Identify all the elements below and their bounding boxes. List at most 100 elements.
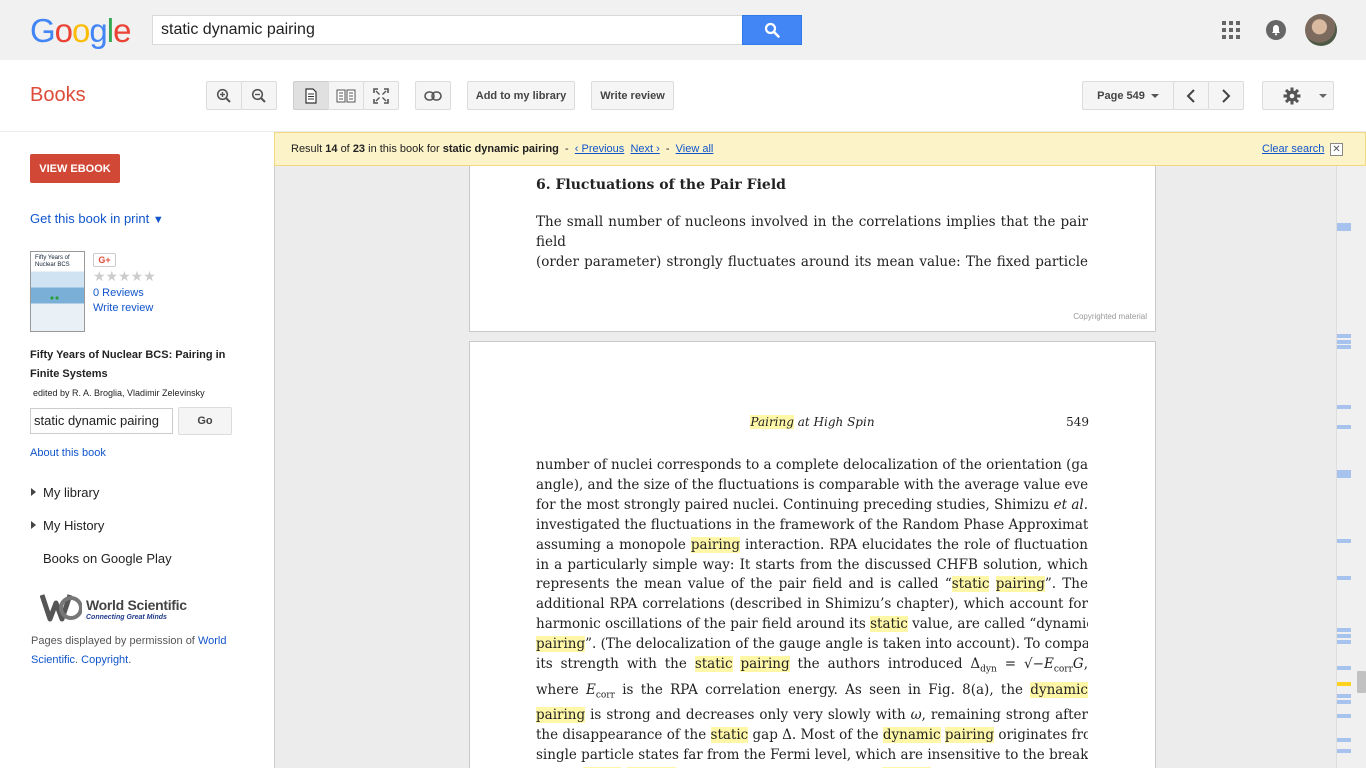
- apps-grid-icon[interactable]: [1222, 21, 1240, 39]
- result-marker[interactable]: [1337, 334, 1351, 338]
- view-ebook-button[interactable]: VIEW EBOOK: [30, 154, 120, 183]
- result-marker[interactable]: [1337, 700, 1351, 704]
- link-icon: [424, 90, 442, 101]
- result-marker[interactable]: [1337, 738, 1351, 742]
- book-sidebar: VIEW EBOOK Get this book in print ▼ Fift…: [0, 132, 274, 768]
- zoom-out-icon: [251, 88, 266, 103]
- next-page-button[interactable]: [1208, 81, 1244, 110]
- result-summary: Result 14 of 23 in this book for static …: [291, 143, 714, 155]
- notifications-icon[interactable]: [1266, 20, 1286, 40]
- result-marker[interactable]: [1337, 634, 1351, 638]
- next-result-link[interactable]: Next ›: [630, 143, 659, 155]
- result-marker[interactable]: [1337, 340, 1351, 344]
- my-library-label: My library: [43, 485, 100, 500]
- my-history-item[interactable]: My History: [31, 518, 104, 533]
- fullscreen-button[interactable]: [363, 81, 399, 110]
- book-title: Fifty Years of Nuclear BCS: Pairing in F…: [30, 349, 226, 380]
- result-marker[interactable]: [1337, 425, 1351, 429]
- page-viewer[interactable]: 6. Fluctuations of the Pair Field The sm…: [274, 166, 1336, 768]
- page-select[interactable]: Page 549: [1082, 81, 1174, 110]
- my-library-item[interactable]: My library: [31, 485, 99, 500]
- book-page-previous: 6. Fluctuations of the Pair Field The sm…: [469, 166, 1156, 332]
- reviews-link[interactable]: 0 Reviews: [93, 287, 144, 299]
- chevron-right-icon: [1222, 88, 1231, 103]
- result-marker[interactable]: [1337, 714, 1351, 718]
- previous-result-link[interactable]: ‹ Previous: [575, 143, 625, 155]
- write-review-button[interactable]: Write review: [591, 81, 674, 110]
- search-in-book-input[interactable]: static dynamic pairing: [30, 408, 173, 434]
- write-review-link[interactable]: Write review: [93, 302, 153, 314]
- publisher-tagline: Connecting Great Minds: [86, 614, 167, 621]
- rating-stars: ★★★★★: [93, 268, 156, 284]
- books-on-google-play-link[interactable]: Books on Google Play: [43, 551, 172, 566]
- gear-icon: [1283, 87, 1301, 104]
- cover-title: Fifty Years of Nuclear BCS: [35, 255, 70, 268]
- top-bar: Google static dynamic pairing: [0, 0, 1366, 60]
- publisher-name: World Scientific: [86, 597, 187, 613]
- my-history-label: My History: [43, 518, 105, 533]
- page-text: The small number of nucleons involved in…: [536, 214, 1088, 270]
- add-to-library-button[interactable]: Add to my library: [467, 81, 575, 110]
- result-marker[interactable]: [1337, 640, 1351, 644]
- zoom-in-icon: [216, 88, 231, 103]
- fullscreen-icon: [373, 87, 389, 104]
- single-page-icon: [305, 87, 317, 104]
- result-marker[interactable]: [1337, 405, 1351, 409]
- copyright-notice: Copyrighted material: [1073, 312, 1147, 321]
- get-book-in-print-label: Get this book in print: [30, 211, 150, 226]
- result-marker[interactable]: [1337, 694, 1351, 698]
- clear-search-link[interactable]: Clear search: [1262, 143, 1324, 155]
- result-marker[interactable]: [1337, 474, 1351, 478]
- result-marker[interactable]: [1337, 666, 1351, 670]
- book-page-549: Pairing at High Spin 549 number of nucle…: [469, 341, 1156, 768]
- books-section-title[interactable]: Books: [30, 84, 86, 107]
- single-page-view-button[interactable]: [293, 81, 329, 110]
- running-head: Pairing at High Spin: [750, 415, 875, 429]
- result-marker[interactable]: [1337, 345, 1351, 349]
- current-result-marker[interactable]: [1337, 682, 1351, 686]
- two-page-view-button[interactable]: [328, 81, 364, 110]
- triangle-down-icon: ▼: [152, 214, 164, 226]
- result-marker[interactable]: [1337, 749, 1351, 753]
- section-heading: 6. Fluctuations of the Pair Field: [536, 177, 786, 193]
- permission-text: Pages displayed by permission of: [31, 635, 195, 647]
- search-in-book-go-button[interactable]: Go: [178, 407, 232, 435]
- triangle-right-icon: [31, 488, 36, 496]
- search-button[interactable]: [742, 15, 802, 45]
- book-editors: edited by R. A. Broglia, Vladimir Zelevi…: [33, 388, 205, 398]
- search-result-bar: Result 14 of 23 in this book for static …: [274, 132, 1366, 166]
- page-number: 549: [1066, 415, 1089, 429]
- two-page-icon: [336, 89, 356, 102]
- google-plus-button[interactable]: G+: [93, 253, 116, 267]
- triangle-right-icon: [31, 521, 36, 529]
- result-index: 14: [325, 143, 338, 155]
- settings-button[interactable]: [1262, 81, 1334, 110]
- chevron-left-icon: [1186, 88, 1195, 103]
- copyright-link[interactable]: Copyright: [81, 654, 128, 666]
- result-marker[interactable]: [1337, 539, 1351, 543]
- book-cover-thumbnail[interactable]: Fifty Years of Nuclear BCS: [30, 251, 85, 332]
- result-marker[interactable]: [1337, 227, 1351, 231]
- scrollbar-thumb[interactable]: [1357, 671, 1366, 693]
- view-all-link[interactable]: View all: [676, 143, 714, 155]
- link-button[interactable]: [415, 81, 451, 110]
- search-input[interactable]: static dynamic pairing: [152, 15, 743, 45]
- chevron-down-icon: [1150, 93, 1159, 98]
- page-body-text: number of nuclei corresponds to a comple…: [536, 456, 1088, 768]
- zoom-in-button[interactable]: [206, 81, 242, 110]
- publisher-logo[interactable]: World Scientific Connecting Great Minds: [40, 589, 200, 625]
- books-toolbar: Books Add to my library Write review Pag…: [0, 60, 1366, 132]
- get-book-in-print-link[interactable]: Get this book in print ▼: [30, 211, 164, 226]
- zoom-out-button[interactable]: [241, 81, 277, 110]
- result-marker[interactable]: [1337, 628, 1351, 632]
- google-logo[interactable]: Google: [30, 12, 131, 50]
- search-icon: [764, 22, 780, 38]
- previous-page-button[interactable]: [1173, 81, 1209, 110]
- account-avatar[interactable]: [1305, 14, 1337, 46]
- result-marker[interactable]: [1337, 576, 1351, 580]
- world-scientific-logo-icon: [40, 594, 82, 622]
- result-scrollbar[interactable]: [1336, 166, 1366, 768]
- about-this-book-link[interactable]: About this book: [30, 447, 106, 459]
- result-query: static dynamic pairing: [442, 143, 559, 155]
- close-icon[interactable]: ✕: [1330, 143, 1343, 156]
